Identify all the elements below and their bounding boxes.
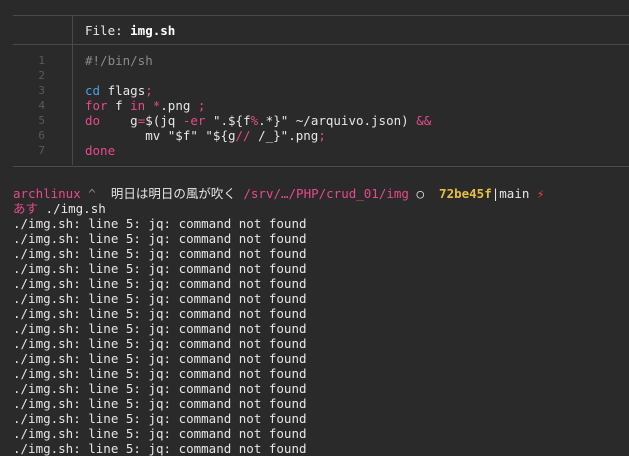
prompt-path: /srv/…/PHP/crud_01/img bbox=[243, 186, 409, 201]
prompt-line: archlinux ^ 明日は明日の風が吹く /srv/…/PHP/crud_0… bbox=[13, 186, 629, 201]
caret-icon: ^ bbox=[80, 186, 104, 201]
git-hash: 72be45f bbox=[431, 186, 492, 201]
code-token: /_}".png bbox=[250, 128, 319, 143]
code-token: .png bbox=[160, 98, 198, 113]
code-line: 6 mv "$f" "${g// /_}".png; bbox=[13, 128, 629, 143]
line-code: mv "$f" "${g// /_}".png; bbox=[85, 128, 326, 143]
command-text: ./img.sh bbox=[38, 201, 106, 216]
output-line: ./img.sh: line 5: jq: command not found bbox=[13, 351, 307, 366]
output-line: ./img.sh: line 5: jq: command not found bbox=[13, 396, 307, 411]
file-label: File: bbox=[85, 23, 131, 38]
file-viewer-panel: File: img.sh 1 #!/bin/sh 2 3 cd flags; 4 for f… bbox=[13, 15, 629, 167]
output-line: ./img.sh: line 5: jq: command not found bbox=[13, 321, 307, 336]
code-token: && bbox=[416, 113, 432, 128]
line-number: 5 bbox=[38, 114, 45, 127]
output-line: ./img.sh: line 5: jq: command not found bbox=[13, 261, 307, 276]
line-number: 7 bbox=[38, 144, 45, 157]
output-line: ./img.sh: line 5: jq: command not found bbox=[13, 426, 307, 441]
code-token: cd bbox=[85, 83, 101, 98]
code-token: // bbox=[235, 128, 251, 143]
file-name: img.sh bbox=[130, 23, 176, 38]
line-number: 6 bbox=[38, 129, 45, 142]
output-line: ./img.sh: line 5: jq: command not found bbox=[13, 411, 307, 426]
code-token: done bbox=[85, 143, 116, 158]
top-strip bbox=[0, 0, 629, 15]
code-line: 7 done bbox=[13, 143, 629, 158]
code-token: -er bbox=[182, 113, 206, 128]
code-token: ; bbox=[318, 128, 326, 143]
line-code: do g=$(jq -er ".${f%.*}" ~/arquivo.json)… bbox=[85, 113, 431, 128]
output-line: ./img.sh: line 5: jq: command not found bbox=[13, 231, 307, 246]
code-line: 3 cd flags; bbox=[13, 83, 629, 98]
code-line: 5 do g=$(jq -er ".${f%.*}" ~/arquivo.json… bbox=[13, 113, 629, 128]
file-header: File: img.sh bbox=[13, 16, 629, 45]
output-line: ./img.sh: line 5: jq: command not found bbox=[13, 291, 307, 306]
line-number: 2 bbox=[38, 69, 45, 82]
code-token: g bbox=[100, 113, 138, 128]
file-title: File: img.sh bbox=[85, 23, 175, 38]
output-line: ./img.sh: line 5: jq: command not found bbox=[13, 336, 307, 351]
command-line[interactable]: あす ./img.sh bbox=[13, 201, 629, 216]
terminal-window: File: img.sh 1 #!/bin/sh 2 3 cd flags; 4 for f… bbox=[0, 0, 629, 456]
code-token: f bbox=[107, 98, 131, 113]
output-line: ./img.sh: line 5: jq: command not found bbox=[13, 381, 307, 396]
line-number: 4 bbox=[38, 99, 45, 112]
code-token: do bbox=[85, 113, 101, 128]
line-number: 3 bbox=[38, 84, 45, 97]
output-line: ./img.sh: line 5: jq: command not found bbox=[13, 276, 307, 291]
code-token: $(jq bbox=[145, 113, 183, 128]
output-line: ./img.sh: line 5: jq: command not found bbox=[13, 441, 307, 456]
line-number: 1 bbox=[38, 54, 45, 67]
code-token: in bbox=[130, 98, 146, 113]
output-line: ./img.sh: line 5: jq: command not found bbox=[13, 366, 307, 381]
line-code: done bbox=[85, 143, 115, 158]
code-token: ; bbox=[145, 83, 153, 98]
prompt-message: 明日は明日の風が吹く bbox=[103, 186, 244, 201]
prompt-host: archlinux bbox=[13, 186, 81, 201]
output-lines: ./img.sh: line 5: jq: command not found.… bbox=[13, 216, 629, 456]
line-code: for f in *.png ; bbox=[85, 98, 205, 113]
output-line: ./img.sh: line 5: jq: command not found bbox=[13, 246, 307, 261]
code-token: .*}" ~/arquivo.json) bbox=[258, 113, 417, 128]
output-line: ./img.sh: line 5: jq: command not found bbox=[13, 306, 307, 321]
code-area: 1 #!/bin/sh 2 3 cd flags; 4 for f in *.png ; 5 d… bbox=[13, 53, 629, 158]
gutter-divider bbox=[72, 16, 73, 44]
terminal-output: archlinux ^ 明日は明日の風が吹く /srv/…/PHP/crud_0… bbox=[13, 186, 629, 456]
code-token: flags bbox=[100, 83, 146, 98]
code-line: 2 bbox=[13, 68, 629, 83]
bolt-icon: ⚡ bbox=[529, 186, 545, 201]
code-token: #!/bin/sh bbox=[85, 53, 153, 68]
output-line: ./img.sh: line 5: jq: command not found bbox=[13, 216, 307, 231]
git-branch: main bbox=[499, 186, 530, 201]
code-token: ; bbox=[197, 98, 206, 113]
code-line: 1 #!/bin/sh bbox=[13, 53, 629, 68]
code-token: ".${f bbox=[205, 113, 251, 128]
code-token: mv "$f" "${g bbox=[85, 128, 236, 143]
code-line: 4 for f in *.png ; bbox=[13, 98, 629, 113]
line-code: #!/bin/sh bbox=[85, 53, 153, 68]
circle-icon: ○ bbox=[408, 186, 432, 201]
prompt-prefix: あす bbox=[13, 201, 39, 216]
code-token: for bbox=[85, 98, 108, 113]
line-code: cd flags; bbox=[85, 83, 153, 98]
code-token: % bbox=[250, 113, 259, 128]
